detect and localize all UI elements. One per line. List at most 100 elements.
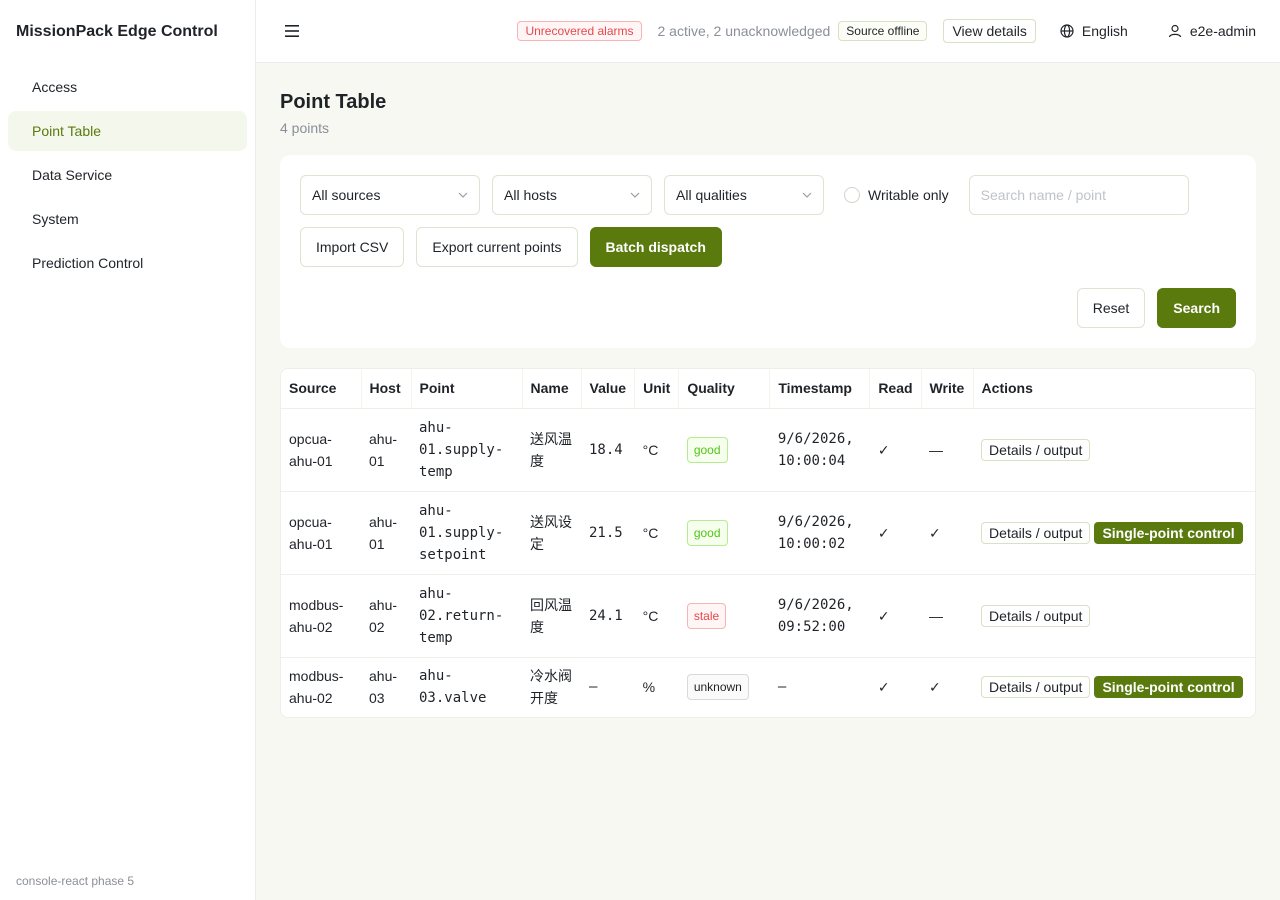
import-csv-button[interactable]: Import CSV — [300, 227, 405, 267]
col-write: Write — [921, 369, 974, 409]
host-select-value: All hosts — [504, 187, 557, 203]
source-select-value: All sources — [312, 187, 381, 203]
sidebar-item-access[interactable]: Access — [8, 67, 247, 107]
details-output-button[interactable]: Details / output — [981, 676, 1091, 699]
sidebar-item-label: Prediction Control — [32, 255, 144, 271]
table-row: opcua-ahu-01 ahu-01 ahu-01.supply-temp 送… — [281, 408, 1255, 492]
menu-toggle-button[interactable] — [280, 19, 304, 43]
cell-actions: Details / output Single-point control — [973, 491, 1255, 575]
sidebar-item-prediction-control[interactable]: Prediction Control — [8, 243, 247, 283]
language-switcher[interactable]: English — [1060, 23, 1128, 39]
host-select[interactable]: All hosts — [492, 175, 652, 215]
cell-write: — — [921, 574, 974, 658]
reset-button[interactable]: Reset — [1076, 288, 1146, 328]
search-input[interactable] — [968, 175, 1189, 215]
sidebar-item-data-service[interactable]: Data Service — [8, 155, 247, 195]
col-point: Point — [411, 369, 523, 409]
chevron-down-icon — [630, 192, 640, 198]
cell-value: 18.4 — [581, 408, 635, 492]
filter-panel: All sources All hosts All qualities Writ… — [280, 155, 1256, 348]
cell-point: ahu-01.supply-setpoint — [411, 491, 522, 575]
cell-unit: °C — [634, 574, 679, 658]
page-title: Point Table — [280, 91, 387, 113]
col-name: Name — [522, 369, 582, 409]
cell-read: ✓ — [869, 408, 922, 492]
cell-quality: stale — [678, 574, 770, 658]
cell-read: ✓ — [869, 491, 922, 575]
col-quality: Quality — [678, 369, 771, 409]
details-output-button[interactable]: Details / output — [981, 521, 1091, 544]
sidebar-item-label: Point Table — [32, 123, 102, 139]
cell-name: 冷水阀开度 — [530, 668, 572, 707]
cell-name: 回风温度 — [522, 574, 581, 658]
single-point-control-button[interactable]: Single-point control — [1094, 521, 1243, 544]
writable-only-toggle[interactable]: Writable only — [844, 187, 949, 203]
cell-read: ✓ — [869, 574, 922, 658]
hamburger-icon — [285, 25, 299, 37]
col-read: Read — [869, 369, 922, 409]
language-label: English — [1081, 23, 1128, 39]
cell-value: 24.1 — [581, 574, 635, 658]
table-row: modbus-ahu-02 ahu-03 ahu-03.valve 冷水阀开度 … — [281, 657, 1255, 717]
sidebar-item-point-table[interactable]: Point Table — [8, 111, 247, 151]
quality-select-value: All qualities — [676, 187, 747, 203]
quality-badge: good — [686, 519, 728, 546]
cell-source: opcua-ahu-01 — [281, 491, 361, 575]
points-table: Source Host Point Name Value Unit Qualit… — [280, 368, 1256, 718]
user-menu[interactable]: e2e-admin — [1168, 23, 1256, 39]
main-area: Unrecovered alarms 2 active, 2 unacknowl… — [256, 0, 1280, 900]
sidebar-item-label: System — [32, 211, 79, 227]
sidebar-nav: Access Point Table Data Service System P… — [0, 63, 255, 291]
cell-quality: good — [678, 491, 770, 575]
topbar: Unrecovered alarms 2 active, 2 unacknowl… — [256, 0, 1280, 63]
version-footer: console-react phase 5 — [16, 874, 135, 888]
toolbar-buttons: Import CSV Export current points Batch d… — [300, 227, 1236, 267]
sidebar-item-system[interactable]: System — [8, 199, 247, 239]
cell-write: — — [921, 408, 974, 492]
source-select[interactable]: All sources — [300, 175, 480, 215]
batch-dispatch-button[interactable]: Batch dispatch — [589, 227, 722, 267]
chevron-down-icon — [458, 192, 468, 198]
table-header: Source Host Point Name Value Unit Qualit… — [281, 369, 1255, 409]
single-point-control-button[interactable]: Single-point control — [1094, 676, 1243, 699]
alarm-summary: 2 active, 2 unacknowledged — [657, 23, 831, 39]
cell-host: ahu-01 — [361, 408, 411, 492]
cell-source: opcua-ahu-01 — [281, 408, 361, 492]
cell-value: — — [589, 679, 598, 696]
col-value: Value — [581, 369, 636, 409]
cell-unit: °C — [634, 408, 679, 492]
cell-point: ahu-03.valve — [419, 668, 487, 707]
cell-quality: good — [678, 408, 770, 492]
source-offline-badge: Source offline — [838, 21, 928, 41]
quality-select[interactable]: All qualities — [664, 175, 824, 215]
details-output-button[interactable]: Details / output — [981, 604, 1091, 627]
view-details-button[interactable]: View details — [943, 19, 1036, 43]
sidebar: MissionPack Edge Control Access Point Ta… — [0, 0, 256, 900]
export-points-button[interactable]: Export current points — [416, 227, 578, 267]
cell-timestamp: 9/6/2026, 10:00:02 — [769, 491, 870, 575]
cell-host: ahu-01 — [361, 491, 411, 575]
details-output-button[interactable]: Details / output — [981, 438, 1091, 461]
cell-point: ahu-02.return-temp — [411, 574, 522, 658]
filter-actions: Reset Search — [1076, 288, 1236, 328]
writable-only-label: Writable only — [868, 187, 949, 203]
quality-badge: stale — [686, 602, 727, 629]
quality-badge: unknown — [686, 674, 749, 701]
globe-icon — [1060, 24, 1074, 38]
writable-only-checkbox[interactable] — [844, 187, 860, 203]
cell-timestamp: 9/6/2026, 09:52:00 — [769, 574, 870, 658]
cell-source: modbus-ahu-02 — [281, 574, 361, 658]
col-timestamp: Timestamp — [769, 369, 871, 409]
search-button[interactable]: Search — [1157, 288, 1236, 328]
cell-point: ahu-01.supply-temp — [411, 408, 522, 492]
page-content: Point Table 4 points All sources All hos… — [256, 63, 1280, 742]
user-icon — [1168, 24, 1181, 38]
cell-write: ✓ — [929, 679, 941, 696]
cell-actions: Details / output — [973, 408, 1255, 492]
filter-row: All sources All hosts All qualities Writ… — [300, 175, 1236, 215]
cell-actions: Details / output Single-point control — [973, 657, 1255, 717]
col-host: Host — [361, 369, 412, 409]
topbar-right: Unrecovered alarms 2 active, 2 unacknowl… — [517, 19, 1256, 43]
col-unit: Unit — [634, 369, 680, 409]
cell-write: ✓ — [921, 491, 974, 575]
